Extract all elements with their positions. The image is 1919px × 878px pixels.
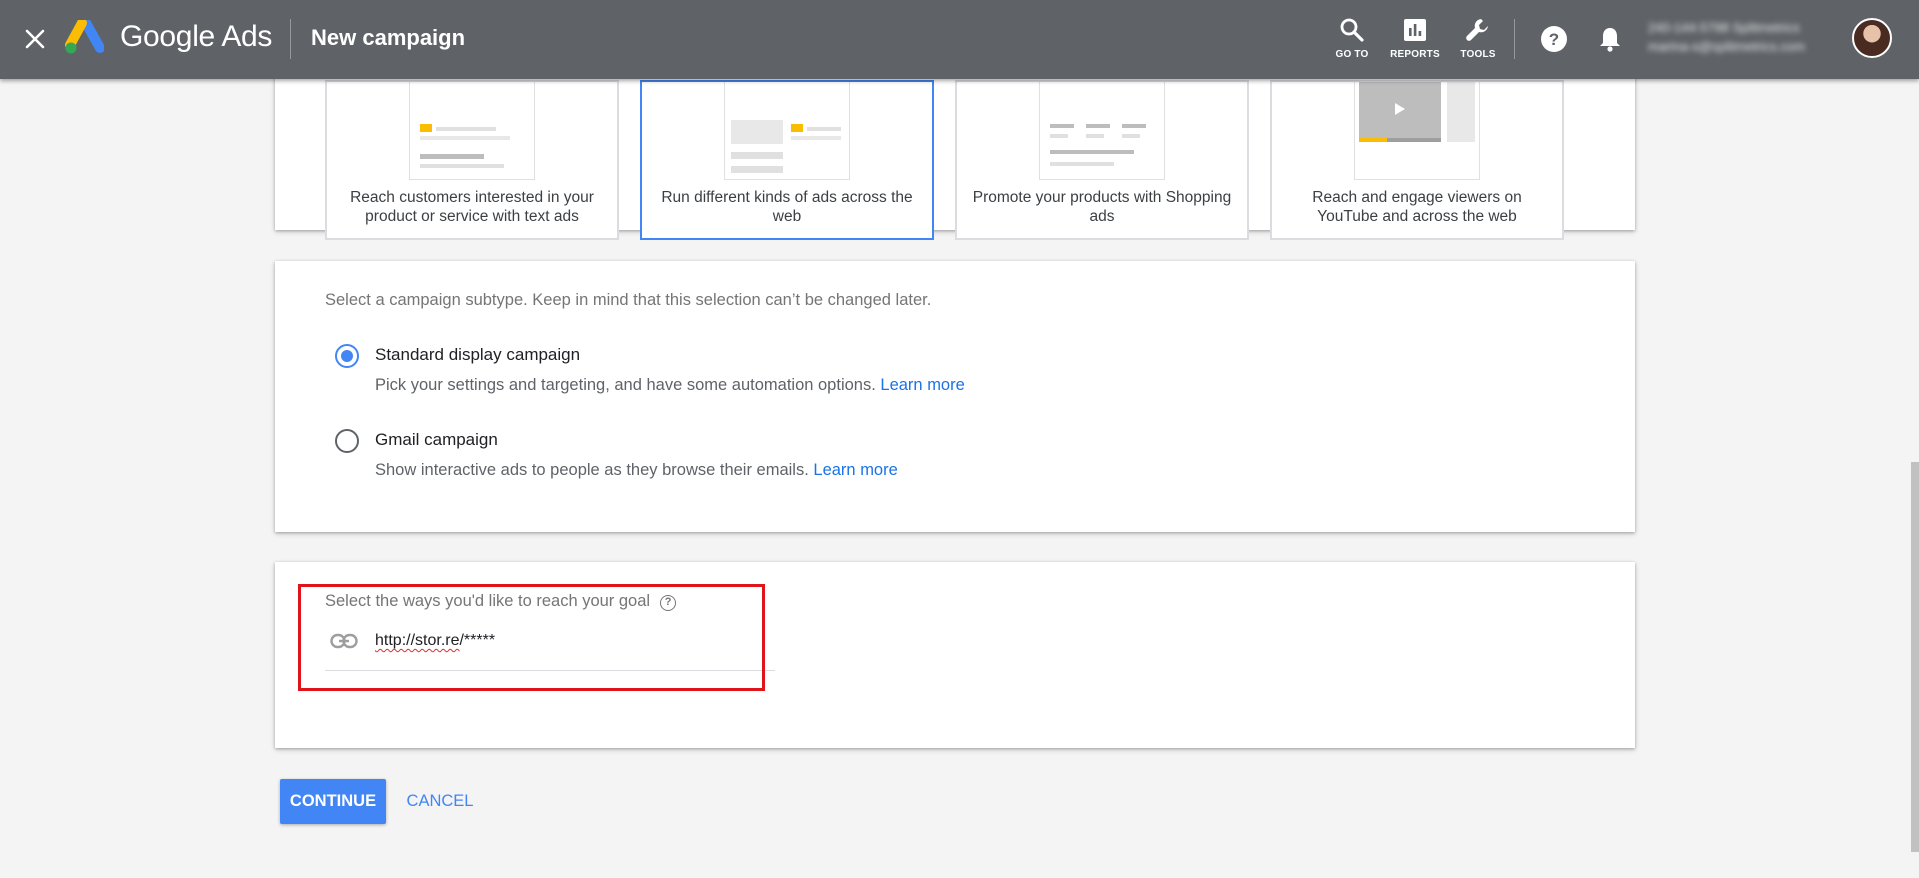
tile-label: Reach and engage viewers on YouTube and … [1312,189,1522,225]
goal-hint: Select the ways you'd like to reach your… [325,592,677,611]
svg-text:?: ? [1549,30,1559,49]
website-url-value[interactable]: http://stor.re/***** [375,632,495,650]
campaign-type-search[interactable]: Reach customers interested in your produ… [325,80,619,240]
search-icon [1338,16,1366,44]
account-email: marina-s@splitmetrics.com [1648,39,1805,54]
top-app-bar: Google Ads New campaign GO TO REPORTS TO… [0,0,1919,79]
bell-icon [1600,28,1620,52]
tools-button[interactable]: TOOLS [1446,16,1510,64]
link-icon [330,633,358,649]
website-url-field[interactable]: http://stor.re/***** [325,627,775,671]
display-ad-illustration [724,82,850,180]
header-divider [1514,19,1515,59]
product-name: Google Ads [120,20,273,53]
option-description-text: Pick your settings and targeting, and ha… [375,376,876,394]
avatar[interactable] [1852,18,1892,58]
google-ads-logo-icon [65,20,104,54]
help-circle-icon[interactable]: ? [660,595,677,611]
option-description-text: Show interactive ads to people as they b… [375,461,809,479]
close-icon[interactable] [20,24,50,54]
help-button[interactable]: ? [1538,23,1570,55]
radio-gmail[interactable] [335,429,359,453]
tile-label: Reach customers interested in your produ… [350,189,594,225]
campaign-type-display[interactable]: Run different kinds of ads across the we… [640,80,934,240]
option-description: Show interactive ads to people as they b… [375,461,898,480]
subtype-hint: Select a campaign subtype. Keep in mind … [325,291,932,309]
page-title: New campaign [311,25,466,50]
radio-dot [341,350,353,362]
header-divider [290,19,291,59]
continue-button[interactable]: CONTINUE [280,779,386,824]
option-description: Pick your settings and targeting, and ha… [375,376,965,395]
campaign-subtype-card: Select a campaign subtype. Keep in mind … [275,261,1635,532]
url-spellcheck-segment: http://stor.re [375,632,460,649]
reach-goal-card: Select the ways you'd like to reach your… [275,562,1635,748]
option-title: Gmail campaign [375,430,498,449]
help-circle-icon: ? [1541,26,1567,52]
cancel-button[interactable]: CANCEL [395,779,485,824]
reports-label: REPORTS [1390,49,1440,60]
campaign-type-video[interactable]: Reach and engage viewers on YouTube and … [1270,80,1564,240]
account-id: 240-144-5798 Splitmetrics [1648,20,1800,35]
search-ad-illustration [409,82,535,180]
notifications-button[interactable] [1594,23,1626,55]
learn-more-link[interactable]: Learn more [880,376,964,394]
bar-chart-icon [1401,16,1429,44]
goto-label: GO TO [1335,49,1369,60]
account-info[interactable]: 240-144-5798 Splitmetrics marina-s@split… [1648,18,1838,58]
radio-standard-display[interactable] [335,344,359,368]
campaign-type-shopping[interactable]: Promote your products with Shopping ads [955,80,1249,240]
wrench-icon [1464,16,1492,44]
tools-label: TOOLS [1460,49,1496,60]
goal-hint-text: Select the ways you'd like to reach your… [325,592,651,610]
play-icon [1395,103,1405,115]
url-rest-segment: /***** [459,632,496,649]
learn-more-link[interactable]: Learn more [813,461,897,479]
goto-button[interactable]: GO TO [1320,16,1384,64]
shopping-ad-illustration [1039,82,1165,180]
page-scrollbar-thumb[interactable] [1911,462,1919,852]
option-title: Standard display campaign [375,345,581,364]
tile-label: Promote your products with Shopping ads [972,189,1232,225]
reports-button[interactable]: REPORTS [1383,16,1447,64]
video-ad-illustration [1354,82,1480,180]
tile-label: Run different kinds of ads across the we… [661,189,913,225]
